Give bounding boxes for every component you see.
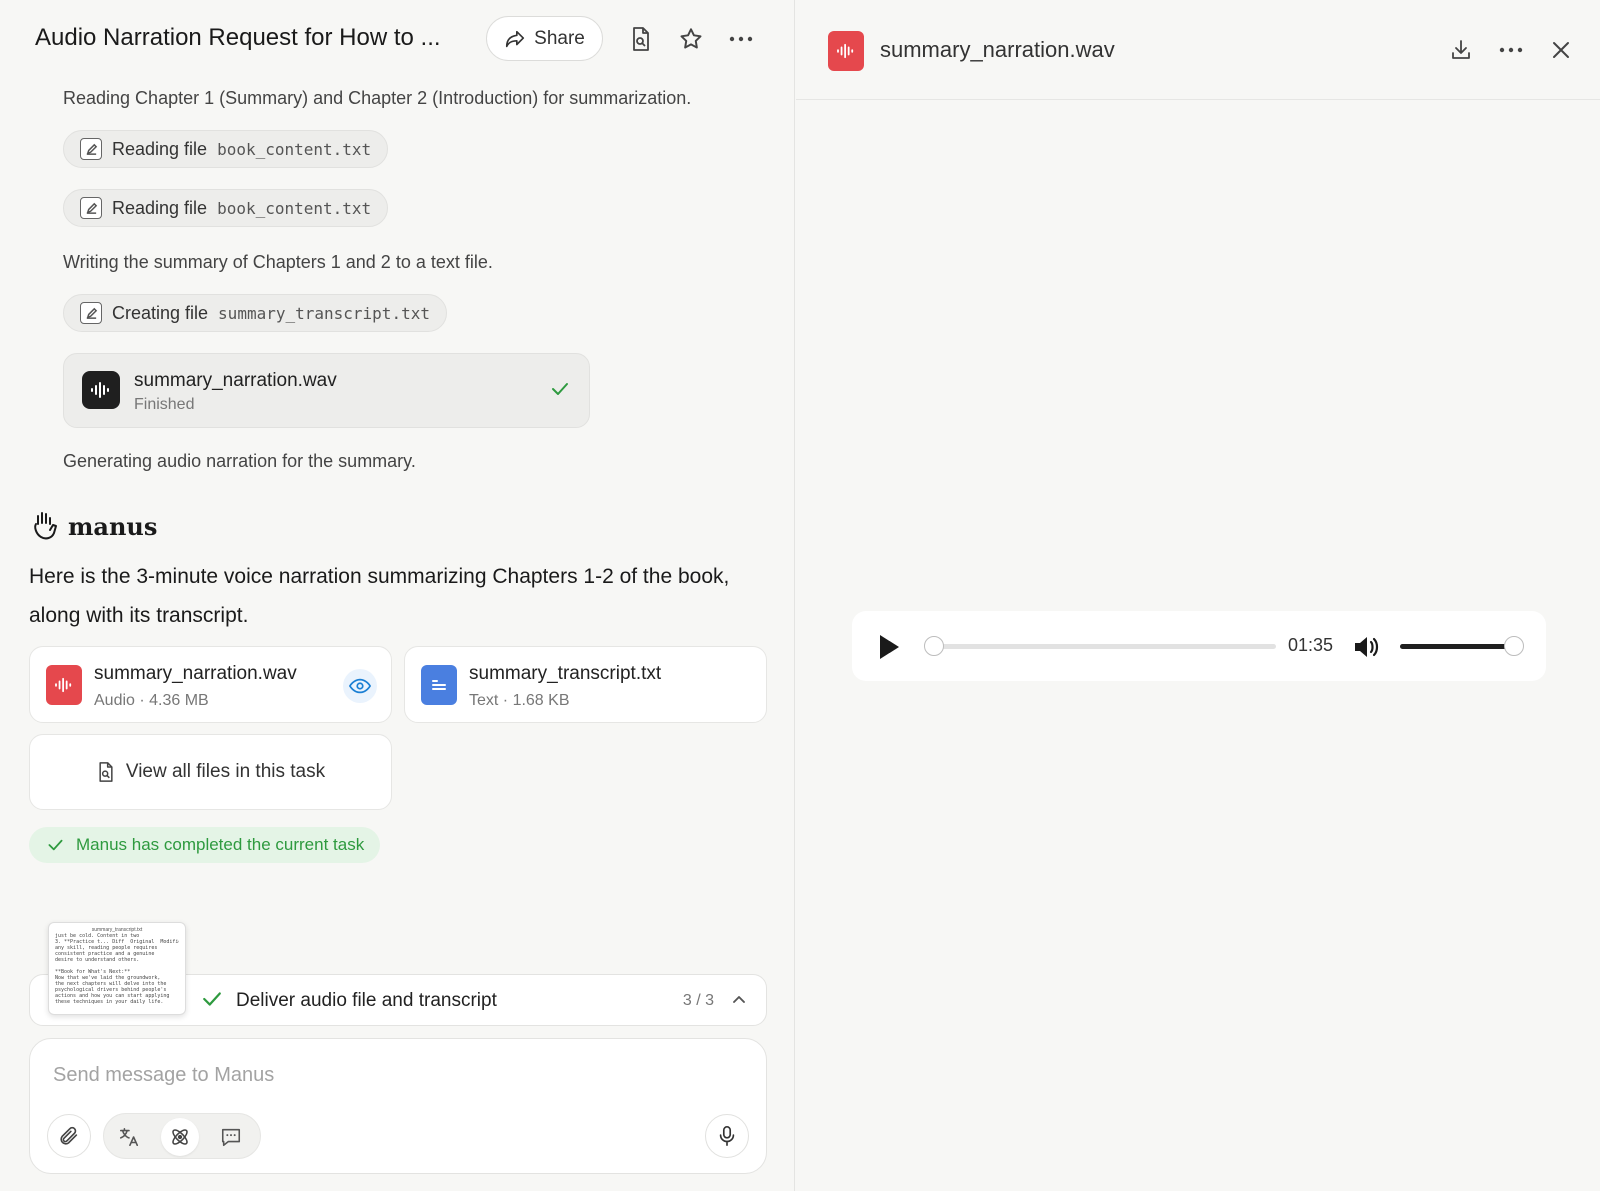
seek-bar[interactable] <box>924 636 1276 656</box>
chip-filename: book_content.txt <box>217 139 372 159</box>
audio-file-icon <box>46 665 82 705</box>
file-card-transcript[interactable]: summary_transcript.txt Text · 1.68 KB <box>404 646 767 723</box>
share-icon <box>506 30 525 47</box>
activity-chip[interactable]: Creating file summary_transcript.txt <box>63 294 447 332</box>
close-icon[interactable] <box>1546 35 1576 65</box>
file-meta: Audio · 4.36 MB <box>94 692 209 709</box>
assistant-name: manus <box>68 511 158 541</box>
manus-logo-icon <box>34 512 57 540</box>
preview-body: just be cold. Content in two 3. **Practi… <box>55 933 179 1005</box>
share-button[interactable]: Share <box>486 16 603 61</box>
play-button[interactable] <box>874 632 904 662</box>
share-label: Share <box>534 27 585 49</box>
check-icon <box>48 839 63 851</box>
playback-time: 01:35 <box>1288 635 1334 655</box>
generated-audio-card[interactable]: summary_narration.wav Finished <box>63 353 590 428</box>
translate-tool-button[interactable] <box>110 1118 148 1156</box>
file-name: summary_narration.wav <box>94 663 297 684</box>
step-text: Writing the summary of Chapters 1 and 2 … <box>63 252 493 272</box>
tool-group <box>103 1113 261 1159</box>
check-icon <box>551 381 569 402</box>
task-title: Audio Narration Request for How to ... <box>35 24 441 51</box>
more-options-icon[interactable] <box>1496 35 1526 65</box>
seek-handle[interactable] <box>924 636 944 656</box>
chat-pane: Audio Narration Request for How to ... S… <box>0 0 795 1191</box>
message-input[interactable]: Send message to Manus <box>53 1064 274 1087</box>
voice-input-button[interactable] <box>705 1114 749 1158</box>
assistant-brand: manus <box>30 510 157 542</box>
activity-chip[interactable]: Reading file book_content.txt <box>63 130 389 168</box>
volume-level <box>1400 644 1514 649</box>
task-completed-badge: Manus has completed the current task <box>29 827 381 863</box>
activity-chip[interactable]: Reading file book_content.txt <box>63 189 389 227</box>
chat-bubble-icon <box>221 1128 241 1147</box>
audio-card-name: summary_narration.wav <box>134 370 337 391</box>
audio-file-icon <box>828 31 864 71</box>
file-viewer-pane: summary_narration.wav 01:35 <box>796 0 1600 1191</box>
paperclip-icon <box>60 1126 78 1145</box>
atom-icon <box>172 1129 188 1145</box>
chevron-up-icon[interactable] <box>730 990 748 1013</box>
volume-button[interactable] <box>1352 632 1382 662</box>
chip-filename: book_content.txt <box>217 198 372 218</box>
transcript-preview-thumbnail[interactable]: summary_transcript.txt just be cold. Con… <box>48 922 186 1015</box>
attach-button[interactable] <box>47 1114 91 1158</box>
view-all-files-button[interactable]: View all files in this task <box>29 734 392 810</box>
step-text: Generating audio narration for the summa… <box>63 451 416 471</box>
text-file-icon <box>421 665 457 705</box>
star-icon[interactable] <box>676 24 706 54</box>
chat-header: Audio Narration Request for How to ... S… <box>0 0 795 80</box>
viewer-header: summary_narration.wav <box>796 0 1600 100</box>
audio-waveform-icon <box>82 371 120 409</box>
edit-file-icon <box>80 302 102 324</box>
task-count: 3 / 3 <box>682 992 714 1009</box>
assistant-reply: Here is the 3-minute voice narration sum… <box>29 565 730 627</box>
play-icon <box>880 635 899 659</box>
file-name: summary_transcript.txt <box>469 663 662 684</box>
task-label: Deliver audio file and transcript <box>236 990 497 1011</box>
volume-slider[interactable] <box>1400 636 1524 656</box>
view-all-label: View all files in this task <box>125 761 326 782</box>
chip-action: Creating file <box>112 302 209 323</box>
volume-handle[interactable] <box>1504 636 1524 656</box>
completed-label: Manus has completed the current task <box>76 835 365 854</box>
file-meta: Text · 1.68 KB <box>469 692 570 709</box>
chip-action: Reading file <box>112 197 208 218</box>
chat-tool-button[interactable] <box>212 1118 250 1156</box>
download-icon[interactable] <box>1446 35 1476 65</box>
edit-file-icon <box>80 197 102 219</box>
speaker-icon <box>1355 637 1379 657</box>
audio-card-status: Finished <box>134 396 195 413</box>
message-composer[interactable]: Send message to Manus <box>29 1038 767 1174</box>
translate-icon <box>119 1127 139 1147</box>
more-options-icon[interactable] <box>726 24 756 54</box>
files-icon <box>99 762 113 782</box>
audio-player: 01:35 <box>852 611 1546 681</box>
chip-filename: summary_transcript.txt <box>218 303 430 323</box>
check-icon <box>202 990 222 1013</box>
file-card-audio[interactable]: summary_narration.wav Audio · 4.36 MB <box>29 646 392 723</box>
edit-file-icon <box>80 138 102 160</box>
microphone-icon <box>719 1126 735 1146</box>
chip-action: Reading file <box>112 138 208 159</box>
step-text: Reading Chapter 1 (Summary) and Chapter … <box>63 88 692 108</box>
viewer-title: summary_narration.wav <box>880 37 1115 62</box>
files-icon[interactable] <box>626 24 656 54</box>
preview-eye-icon[interactable] <box>343 669 377 703</box>
agent-tool-button[interactable] <box>161 1118 199 1156</box>
